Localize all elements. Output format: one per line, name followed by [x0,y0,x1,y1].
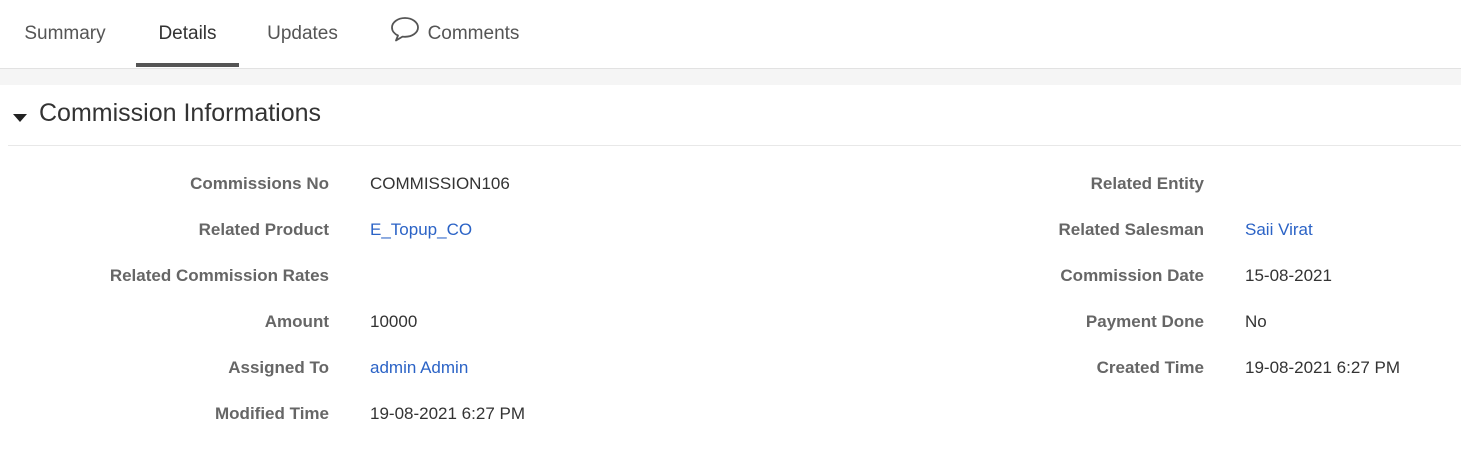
assigned-to-link[interactable]: admin Admin [370,358,468,378]
tab-updates[interactable]: Updates [245,0,360,67]
field-label-amount: Amount [264,312,329,331]
field-value-created-time: 19-08-2021 6:27 PM [1245,358,1400,377]
tab-updates-label: Updates [267,22,338,44]
field-label-assigned-to: Assigned To [228,358,329,377]
field-label-related-commission-rates: Related Commission Rates [109,266,329,285]
tab-comments[interactable]: Comments [372,0,537,67]
speech-bubble-icon [390,16,420,42]
field-label-modified-time: Modified Time [215,404,329,423]
caret-down-icon[interactable] [13,114,27,122]
field-value-commissions-no: COMMISSION106 [370,174,510,193]
related-product-link[interactable]: E_Topup_CO [370,220,472,240]
tab-comments-label: Comments [427,22,520,44]
field-label-related-salesman: Related Salesman [1058,220,1204,239]
tab-summary[interactable]: Summary [0,0,130,67]
tab-summary-label: Summary [24,22,106,44]
tab-details[interactable]: Details [136,0,239,67]
field-label-related-entity: Related Entity [1090,174,1204,193]
block-title: Commission Informations [39,99,322,127]
tab-details-label: Details [158,22,217,44]
record-tabs: Summary Details Updates Comments [0,0,1461,69]
field-value-amount: 10000 [370,312,418,331]
field-value-modified-time: 19-08-2021 6:27 PM [370,404,525,423]
field-value-payment-done: No [1245,312,1267,331]
separator-strip [0,69,1461,85]
field-label-related-product: Related Product [198,220,329,239]
related-salesman-link[interactable]: Saii Virat [1245,220,1313,240]
field-label-commission-date: Commission Date [1060,266,1204,285]
field-label-created-time: Created Time [1096,358,1204,377]
block-header: Commission Informations [8,85,1461,146]
field-label-payment-done: Payment Done [1085,312,1204,331]
field-value-commission-date: 15-08-2021 [1245,266,1332,285]
field-label-commissions-no: Commissions No [190,174,329,193]
